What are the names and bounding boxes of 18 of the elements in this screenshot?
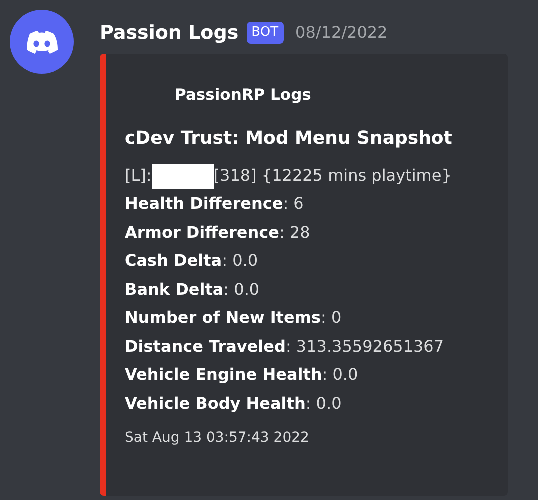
embed-field: Vehicle Body Health: 0.0 <box>125 390 452 418</box>
embed-field: Armor Difference: 28 <box>125 218 452 248</box>
embed-field: Number of New Items: 0 <box>125 304 452 333</box>
description-text: [L]: <box>125 165 152 188</box>
message-timestamp: 08/12/2022 <box>296 22 388 44</box>
embed-footer: Sat Aug 13 03:57:43 2022 <box>125 428 452 450</box>
embed-author[interactable]: PassionRP Logs <box>175 84 452 108</box>
embed-field: Health Difference: 6 <box>125 190 452 219</box>
embed-field: Vehicle Engine Health: 0.0 <box>125 361 452 390</box>
description-text: [318] {12225 mins playtime} <box>214 165 452 188</box>
embed-title: cDev Trust: Mod Menu Snapshot <box>125 127 452 152</box>
author-name[interactable]: Passion Logs <box>100 18 239 48</box>
bot-tag: BOT <box>246 22 284 44</box>
embed-field: Distance Traveled: 313.35592651367 <box>125 332 452 362</box>
embed-field: Cash Delta: 0.0 <box>125 247 452 276</box>
redaction-box <box>152 164 214 189</box>
embed-field: Bank Delta: 0.0 <box>125 276 452 304</box>
avatar-icon[interactable] <box>10 10 74 74</box>
